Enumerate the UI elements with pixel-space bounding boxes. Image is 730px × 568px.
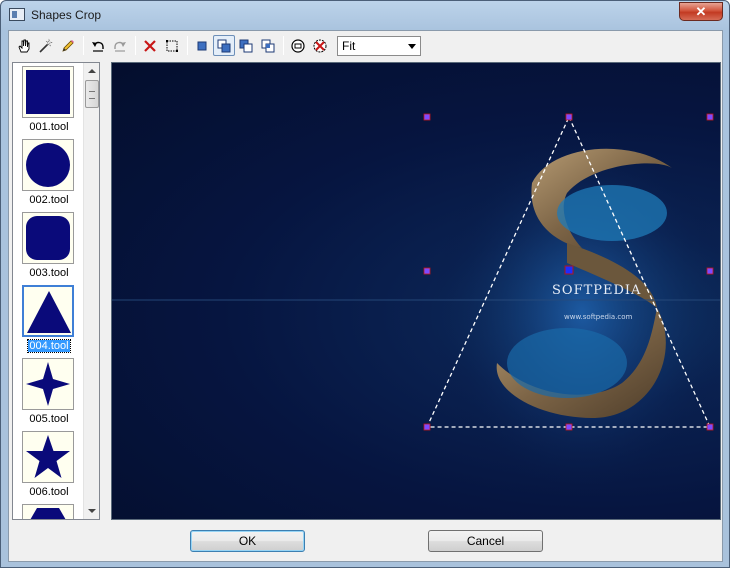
resize-handle[interactable] bbox=[423, 113, 431, 121]
square-shape-icon bbox=[22, 66, 74, 118]
undo-icon[interactable] bbox=[87, 35, 109, 56]
shape-list[interactable]: 001.tool 002.tool 003.tool 004.tool 005.… bbox=[12, 62, 100, 520]
zoom-select[interactable]: Fit bbox=[337, 36, 421, 56]
select-all-icon[interactable] bbox=[161, 35, 183, 56]
shape-list-scrollbar[interactable] bbox=[83, 63, 99, 519]
shape-mode-subtract-icon[interactable] bbox=[235, 35, 257, 56]
ok-button[interactable]: OK bbox=[190, 530, 305, 552]
shape-label: 002.tool bbox=[29, 194, 69, 206]
pencil-icon[interactable] bbox=[57, 35, 79, 56]
zoom-select-value: Fit bbox=[342, 39, 356, 53]
delete-icon[interactable] bbox=[139, 35, 161, 56]
scroll-down-icon[interactable] bbox=[84, 503, 99, 519]
resize-handle[interactable] bbox=[423, 267, 431, 275]
toolbar-separator bbox=[135, 36, 136, 55]
shape-mode-add-icon[interactable] bbox=[213, 35, 235, 56]
shape-label: 003.tool bbox=[29, 267, 69, 279]
resize-handle[interactable] bbox=[706, 113, 714, 121]
shape-label: 001.tool bbox=[29, 121, 69, 133]
resize-handle[interactable] bbox=[565, 423, 573, 431]
clear-icon[interactable] bbox=[309, 35, 331, 56]
triangle-shape-icon bbox=[22, 285, 74, 337]
scroll-thumb[interactable] bbox=[85, 80, 99, 108]
star-shape-icon bbox=[22, 431, 74, 483]
pan-tool-icon[interactable] bbox=[13, 35, 35, 56]
close-button[interactable]: ✕ bbox=[679, 2, 723, 21]
toolbar: Fit bbox=[11, 33, 719, 58]
chevron-down-icon bbox=[408, 44, 416, 49]
toolbar-separator bbox=[83, 36, 84, 55]
circle-shape-icon bbox=[22, 139, 74, 191]
resize-handle[interactable] bbox=[565, 113, 573, 121]
window-title: Shapes Crop bbox=[31, 8, 102, 22]
image-canvas[interactable]: SOFTPEDIA www.softpedia.com bbox=[111, 62, 721, 520]
hexagon-shape-icon bbox=[22, 504, 74, 519]
toolbar-separator bbox=[283, 36, 284, 55]
scroll-up-icon[interactable] bbox=[84, 63, 99, 79]
shapes-crop-window: Shapes Crop ✕ Fit 001.tool 002.tool 003.… bbox=[0, 0, 730, 568]
shape-label: 006.tool bbox=[29, 486, 69, 498]
magic-wand-icon[interactable] bbox=[35, 35, 57, 56]
rounded-square-shape-icon bbox=[22, 212, 74, 264]
center-handle[interactable] bbox=[564, 265, 574, 275]
app-icon bbox=[9, 8, 25, 21]
resize-handle[interactable] bbox=[423, 423, 431, 431]
cancel-button[interactable]: Cancel bbox=[428, 530, 543, 552]
toolbar-separator bbox=[187, 36, 188, 55]
shape-mode-intersect-icon[interactable] bbox=[257, 35, 279, 56]
shape-label: 005.tool bbox=[29, 413, 69, 425]
resize-handle[interactable] bbox=[706, 267, 714, 275]
shape-label: 004.tool bbox=[27, 339, 71, 353]
center-icon[interactable] bbox=[287, 35, 309, 56]
four-point-star-shape-icon bbox=[22, 358, 74, 410]
resize-handle[interactable] bbox=[706, 423, 714, 431]
title-bar[interactable]: Shapes Crop ✕ bbox=[1, 1, 729, 29]
dialog-client-area: Fit 001.tool 002.tool 003.tool 004.tool … bbox=[8, 30, 723, 562]
shape-mode-replace-icon[interactable] bbox=[191, 35, 213, 56]
redo-icon[interactable] bbox=[109, 35, 131, 56]
selection-overlay[interactable] bbox=[112, 63, 721, 520]
